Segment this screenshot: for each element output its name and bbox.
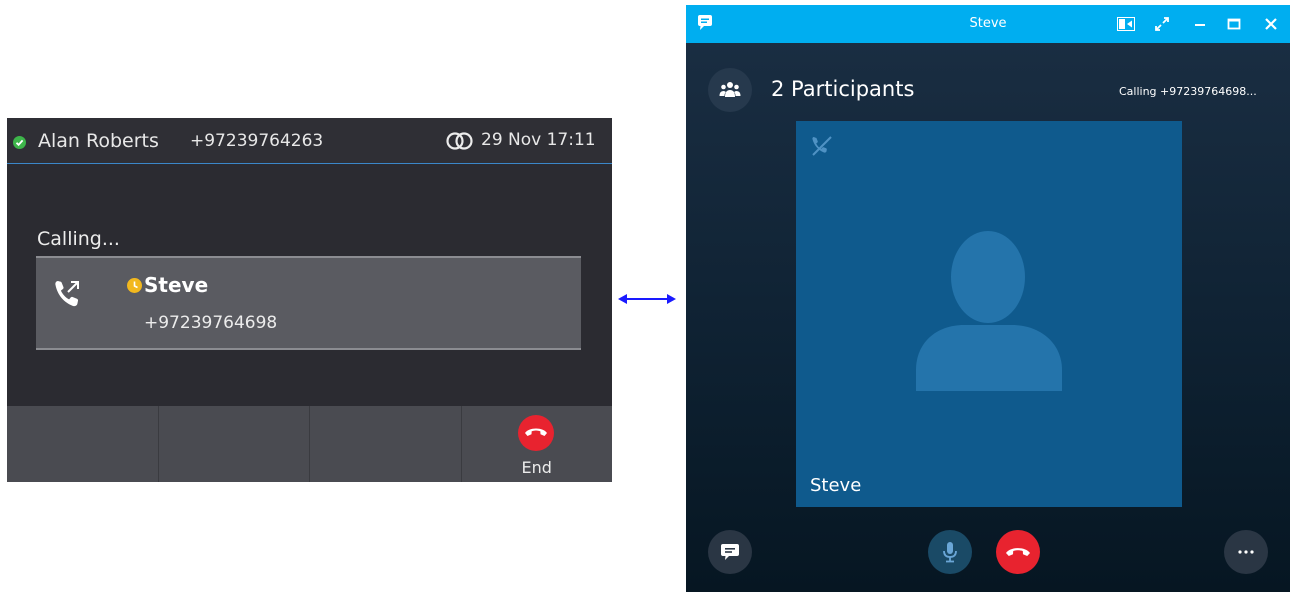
hang-up-button[interactable] — [996, 530, 1040, 574]
softkey-2[interactable] — [158, 406, 310, 482]
participants-button[interactable] — [708, 68, 752, 112]
layout-icon[interactable] — [1115, 13, 1137, 35]
phone-user-name: Alan Roberts — [38, 130, 159, 152]
more-options-button[interactable] — [1224, 530, 1268, 574]
participants-label: 2 Participants — [771, 77, 915, 101]
audio-muted-icon — [810, 135, 834, 161]
end-call-softkey[interactable]: End — [461, 406, 612, 482]
window-title-bar: Steve — [686, 5, 1290, 43]
call-window: Steve 2 Participants Calling +9723976469… — [686, 5, 1290, 592]
hang-up-icon — [1006, 548, 1030, 556]
available-status-icon — [13, 136, 26, 149]
softkey-1[interactable] — [7, 406, 159, 482]
hang-up-icon[interactable] — [517, 415, 554, 451]
participants-icon — [719, 82, 741, 97]
phone-status-bar: Alan Roberts +97239764263 29 Nov 17:11 — [7, 118, 612, 164]
bidirectional-arrow-icon — [617, 291, 677, 311]
outgoing-call-icon — [53, 278, 83, 314]
away-presence-icon — [127, 278, 142, 293]
calling-status: Calling +97239764698... — [1119, 85, 1257, 98]
softkey-3[interactable] — [310, 406, 462, 482]
microphone-button[interactable] — [928, 530, 972, 574]
end-label: End — [521, 458, 552, 477]
maximize-icon[interactable] — [1223, 13, 1245, 35]
chat-button[interactable] — [708, 530, 752, 574]
phone-date-time: 29 Nov 17:11 — [481, 130, 596, 150]
phone-extension: +97239764263 — [190, 131, 324, 151]
avatar — [916, 227, 1062, 395]
softkey-bar: End — [7, 406, 612, 482]
microphone-icon — [943, 542, 957, 563]
contact-name: Steve — [144, 273, 209, 297]
phone-screen: Alan Roberts +97239764263 29 Nov 17:11 C… — [7, 118, 612, 482]
network-rings-icon — [444, 131, 476, 155]
participant-name: Steve — [810, 475, 862, 496]
more-options-icon — [1238, 550, 1254, 554]
participant-tile: Steve — [796, 121, 1182, 507]
minimize-icon[interactable] — [1189, 13, 1211, 35]
call-state-label: Calling... — [37, 228, 120, 250]
contact-number: +97239764698 — [144, 313, 278, 333]
chat-icon — [721, 544, 739, 560]
close-icon[interactable] — [1260, 13, 1282, 35]
fullscreen-icon[interactable] — [1151, 13, 1173, 35]
call-card[interactable]: Steve +97239764698 — [36, 256, 581, 350]
